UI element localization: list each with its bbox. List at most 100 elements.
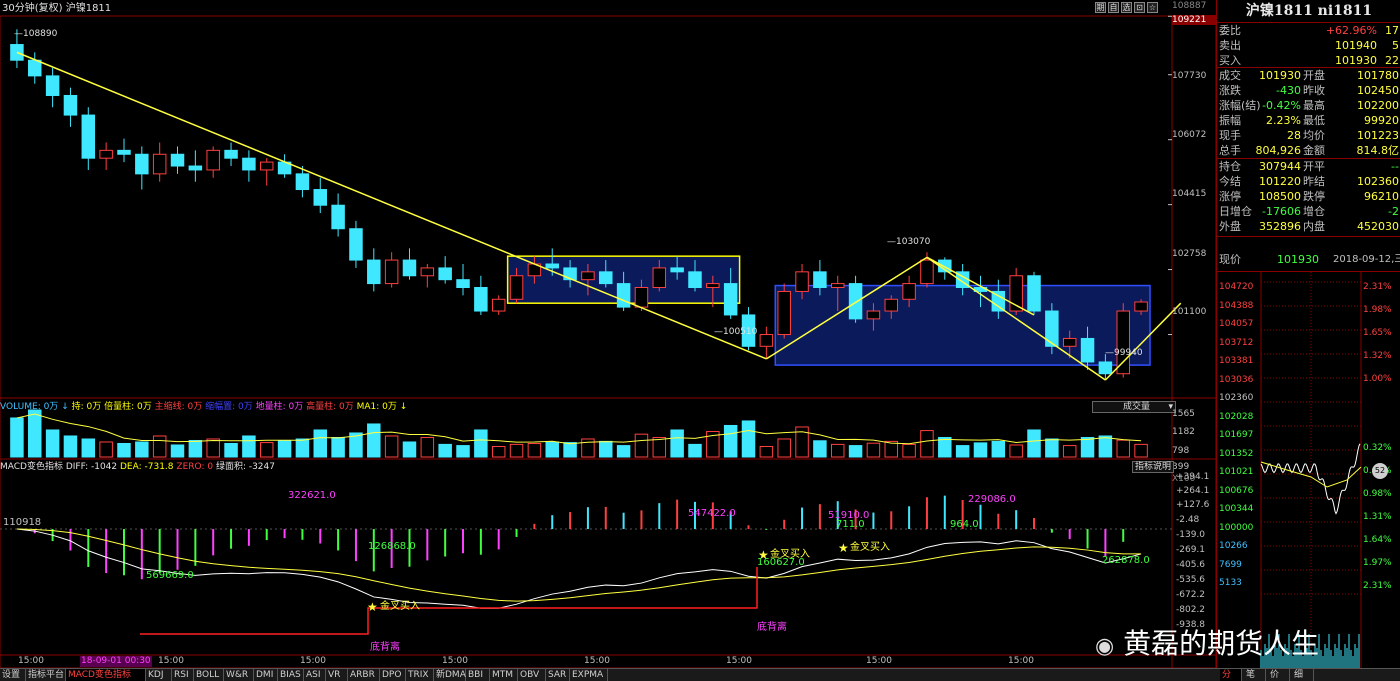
volume-bar: [741, 420, 756, 458]
right-tab-2[interactable]: 笔: [1244, 669, 1266, 681]
volume-bar: [777, 438, 791, 458]
tab-9[interactable]: BIAS: [278, 669, 304, 681]
tab-20[interactable]: EXPMA: [570, 669, 608, 681]
quote-label: 成交: [1219, 69, 1241, 82]
quote-label: 涨幅(结): [1219, 99, 1261, 112]
volume-bar: [616, 445, 631, 458]
time-axis-label: 15:00: [18, 656, 44, 666]
candle-body: [688, 271, 702, 289]
quote-value: 352896: [1259, 220, 1301, 233]
tab-4[interactable]: KDJ: [146, 669, 172, 681]
candle-body: [259, 161, 274, 171]
volume-header-item: VOLUME: 0万: [0, 402, 59, 412]
quote-label: 现手: [1219, 129, 1241, 142]
quote-title: 沪镍1811 ni1811: [1245, 3, 1373, 19]
volume-bar: [955, 445, 970, 458]
volume-bar: [902, 443, 916, 458]
indicator-tab-bar: 设置 指标平台 MACD变色指标 KDJ RSI BOLL W&R DMI BIAS ASI VR A…: [0, 668, 1216, 681]
right-tab-1[interactable]: 分: [1220, 669, 1242, 681]
tab-6[interactable]: BOLL: [194, 669, 224, 681]
quote-value: -17606: [1262, 205, 1301, 218]
tab-10[interactable]: ASI: [304, 669, 326, 681]
quote-row: 日增仓 -17606 增仓 -2: [1217, 204, 1400, 219]
tab-16[interactable]: BBI: [466, 669, 490, 681]
star-icon: ★: [838, 541, 849, 555]
volume-bar: [402, 441, 417, 458]
volume-bar: [10, 417, 24, 458]
mini-right-label: 1.00%: [1363, 374, 1392, 384]
quote-row: 振幅 2.23% 最低 99920: [1217, 113, 1400, 128]
volume-bar: [420, 436, 435, 458]
tab-14[interactable]: TRIX: [406, 669, 434, 681]
volume-header-item: 缩幅置: 0万: [205, 402, 253, 412]
price-axis-label: 109221: [1172, 15, 1216, 25]
time-axis-label: 15:00: [584, 656, 610, 666]
volume-bar: [1009, 444, 1023, 458]
candle-body: [759, 334, 774, 347]
quote-value: 101223: [1357, 129, 1399, 142]
macd-value-label: 547422.0: [688, 508, 736, 519]
volume-bar: [723, 424, 738, 458]
price-label: 现价: [1219, 253, 1241, 266]
candle-body: [581, 271, 595, 281]
quote-row: 买入 101930 22: [1217, 53, 1400, 68]
macd-header: MACD变色指标 DIFF: -1042 DEA: -731.8 ZERO: 0…: [0, 461, 275, 473]
macd-dea-line: [16, 528, 1142, 602]
right-tab-4[interactable]: 细: [1292, 669, 1314, 681]
tab-11[interactable]: VR: [326, 669, 348, 681]
candle-body: [509, 275, 524, 300]
quote-label: 涨跌: [1219, 84, 1241, 97]
candle-body: [795, 271, 809, 292]
macd-value-label: 964.0: [950, 519, 979, 530]
quote-label: 跌停: [1303, 190, 1325, 203]
quote-label: 今结: [1219, 175, 1241, 188]
volume-bar: [331, 436, 345, 458]
volume-axis-label: 1565: [1172, 409, 1195, 419]
quote-value: 452030: [1357, 220, 1399, 233]
tab-8[interactable]: DMI: [254, 669, 278, 681]
quote-label: 昨收: [1303, 84, 1325, 97]
macd-value-label: 126868.0: [368, 541, 416, 552]
quote-row: 涨跌 -430 昨收 102450: [1217, 83, 1400, 98]
quote-label: 振幅: [1219, 114, 1241, 127]
tab-2[interactable]: 指标平台: [26, 669, 66, 681]
volume-bar: [1098, 435, 1113, 458]
tab-15[interactable]: 新DMA: [434, 669, 466, 681]
tab-17[interactable]: MTM: [490, 669, 518, 681]
quote-value: 17: [1385, 24, 1399, 37]
indicator-help-button[interactable]: 指标说明: [1132, 461, 1174, 473]
tab-18[interactable]: OBV: [518, 669, 546, 681]
volume-dropdown[interactable]: 成交量 ▾: [1092, 401, 1176, 413]
tab-1[interactable]: 设置: [0, 669, 26, 681]
candle-body: [1098, 361, 1113, 375]
time-axis-label: 15:00: [158, 656, 184, 666]
time-axis-label: 15:00: [1008, 656, 1034, 666]
candle-body: [295, 173, 310, 191]
macd-value-label: 229086.0: [968, 494, 1016, 505]
volume-bar: [63, 435, 78, 458]
right-tab-3[interactable]: 价: [1268, 669, 1290, 681]
macd-axis-label: +127.6: [1176, 500, 1210, 510]
volume-bar: [313, 429, 328, 458]
tab-12[interactable]: ARBR: [348, 669, 380, 681]
quote-panel: 沪镍1811 ni1811 委比 +62.96% 17 卖出 101940 5 买入 1019…: [1216, 0, 1400, 681]
volume-bar: [830, 443, 845, 458]
tab-7[interactable]: W&R: [224, 669, 254, 681]
mini-right-label: 1.31%: [1363, 512, 1392, 522]
tab-13[interactable]: DPO: [380, 669, 406, 681]
mini-left-label: 101352: [1219, 448, 1254, 459]
time-axis-label: 15:00: [442, 656, 468, 666]
tab-19[interactable]: SAR: [546, 669, 570, 681]
volume-bar: [277, 439, 292, 458]
quote-label: 增仓: [1303, 205, 1325, 218]
divergence-label: 底背离: [757, 622, 787, 633]
tab-3[interactable]: MACD变色指标: [66, 669, 146, 681]
macd-axis-label: -2.48: [1176, 515, 1200, 525]
volume-bar: [1027, 429, 1041, 458]
quote-label: 开盘: [1303, 69, 1325, 82]
volume-header-item: 主缩线: 0万: [154, 402, 203, 412]
mini-right-label: 1.32%: [1363, 351, 1392, 361]
tab-5[interactable]: RSI: [172, 669, 194, 681]
price-axis-label: 106072: [1172, 130, 1207, 140]
quote-row: 外盘 352896 内盘 452030: [1217, 219, 1400, 234]
